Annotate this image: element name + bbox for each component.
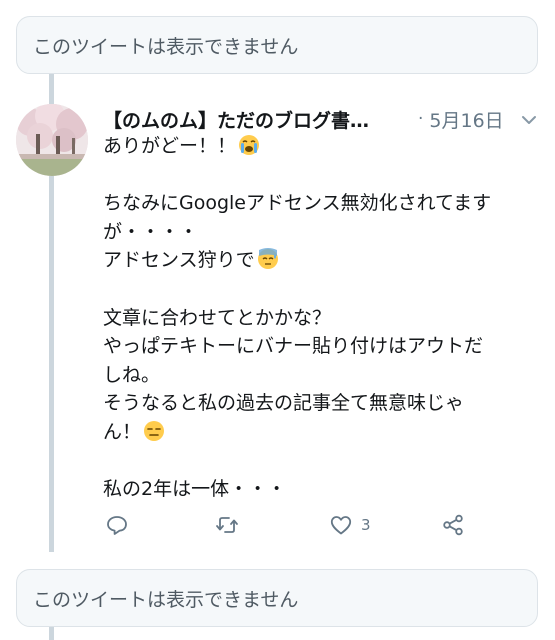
sweat-sleepy-face-emoji <box>257 248 278 270</box>
tweet-line: そうなると私の過去の記事全て無意味じゃ <box>103 392 465 415</box>
tweet-line: アドセンス狩りで <box>103 246 543 275</box>
tweet-line: ちなみにGoogleアドセンス無効化されてます <box>103 192 492 215</box>
like-count: 3 <box>361 516 371 534</box>
retweet-icon <box>216 517 238 533</box>
tweet-header: 【のムのム】ただのブログ書… · 5月16日 <box>103 104 543 134</box>
tweet-line: ん！ <box>103 418 543 447</box>
header-separator: · <box>418 109 424 129</box>
unavailable-tweet-text: このツイートは表示できません <box>33 588 299 611</box>
expressionless-face-emoji <box>144 420 165 441</box>
reply-icon <box>107 516 127 535</box>
loudly-crying-face-emoji <box>239 135 260 155</box>
tweet-line: 文章に合わせてとかかな？ <box>103 306 332 329</box>
tweet-line: しね。 <box>103 363 161 386</box>
author-name[interactable]: 【のムのム】ただのブログ書… <box>103 106 408 133</box>
tweet-date[interactable]: 5月16日 <box>429 106 503 133</box>
avatar-cherry-blossom-image <box>16 104 88 176</box>
avatar[interactable] <box>16 104 88 176</box>
reply-button[interactable] <box>105 510 129 540</box>
share-icon <box>443 514 463 536</box>
share-button[interactable] <box>441 510 465 540</box>
chevron-down-icon[interactable] <box>519 110 539 130</box>
tweet-line: ありがどー！！ <box>103 132 543 161</box>
unavailable-tweet-text: このツイートは表示できません <box>33 35 299 58</box>
thread-line <box>49 627 54 640</box>
retweet-button[interactable] <box>215 510 239 540</box>
tweet-line <box>103 447 543 476</box>
tweet-line <box>103 161 543 190</box>
tweet-line: が・・・・ <box>103 220 199 243</box>
heart-icon <box>330 516 352 535</box>
like-button[interactable]: 3 <box>329 510 371 540</box>
tweet-line: やっぱテキトーにバナー貼り付けはアウトだ <box>103 335 484 358</box>
tweet-actions: 3 <box>103 510 483 540</box>
tweet-line <box>103 275 543 304</box>
unavailable-tweet-card[interactable]: このツイートは表示できません <box>16 569 538 627</box>
unavailable-tweet-card[interactable]: このツイートは表示できません <box>16 16 538 74</box>
tweet-text: ありがどー！！ ちなみにGoogleアドセンス無効化されてます が・・・・ アド… <box>103 132 543 504</box>
tweet-line: 私の2年は一体・・・ <box>103 478 287 501</box>
